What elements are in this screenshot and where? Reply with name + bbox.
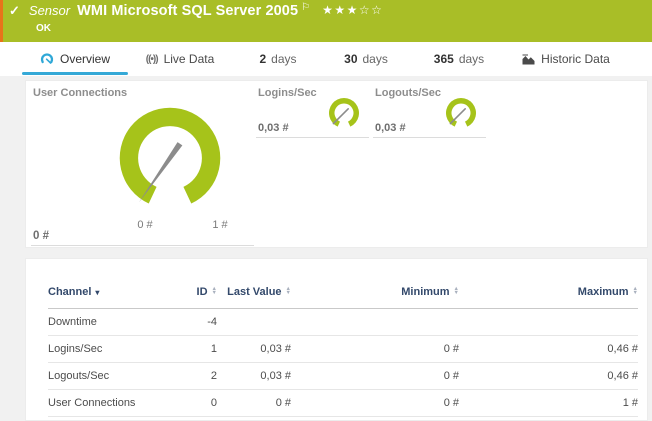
gauges-panel: User Connections 0 # 1 # 0 # Logins/Sec … [25, 80, 648, 248]
column-header-minimum[interactable]: Minimum ▲▼ [291, 259, 459, 309]
tab-number: 2 [259, 52, 266, 66]
tab-number: 30 [344, 52, 357, 66]
user-connections-gauge [112, 100, 228, 216]
cell-id: 2 [153, 363, 217, 390]
column-label: Channel [48, 286, 91, 298]
cell-last-value: 0,03 # [217, 336, 291, 363]
cell-last-value [217, 309, 291, 336]
cell-minimum: 0 # [291, 363, 459, 390]
cell-channel: Logins/Sec [48, 336, 153, 363]
logouts-gauge [443, 96, 479, 132]
cell-channel: Downtime [48, 309, 153, 336]
tab-number: 365 [434, 52, 454, 66]
sort-icon: ▲▼ [212, 287, 217, 295]
history-chart-icon [522, 54, 535, 65]
sort-icon: ▲▼ [286, 287, 291, 295]
tab-label: Overview [60, 52, 110, 66]
tab-unit: days [363, 52, 388, 66]
column-label: Last Value [227, 286, 281, 298]
gauge-icon [40, 52, 54, 66]
cell-last-value: 0,03 # [217, 363, 291, 390]
gauge-value: 0,03 # [258, 122, 289, 134]
cell-minimum: 0 # [291, 336, 459, 363]
cell-maximum: 1 # [459, 390, 638, 417]
channels-table: Channel ▾ ID ▲▼ Last Value ▲▼ Minimum ▲▼ Max… [48, 259, 638, 417]
tab-historic-data[interactable]: Historic Data [514, 42, 618, 76]
column-header-last-value[interactable]: Last Value ▲▼ [217, 259, 291, 309]
table-row-logins[interactable]: Logins/Sec 1 0,03 # 0 # 0,46 # [48, 336, 638, 363]
table-header-row: Channel ▾ ID ▲▼ Last Value ▲▼ Minimum ▲▼ Max… [48, 259, 638, 309]
tab-30-days[interactable]: 30 days [336, 42, 396, 76]
priority-stripe [0, 0, 3, 42]
cell-maximum: 0,46 # [459, 336, 638, 363]
cell-id: -4 [153, 309, 217, 336]
gauge-title: Logins/Sec [258, 87, 317, 99]
priority-stars[interactable]: ★★★☆☆ [322, 3, 383, 17]
active-tab-indicator [22, 72, 128, 75]
cell-minimum: 0 # [291, 390, 459, 417]
column-header-channel[interactable]: Channel ▾ [48, 259, 153, 309]
gauge-block-logins: Logins/Sec 0,03 # [256, 85, 369, 138]
column-label: ID [197, 286, 208, 298]
tab-overview[interactable]: Overview [22, 42, 128, 76]
column-label: Minimum [401, 286, 449, 298]
tab-label: Live Data [164, 52, 215, 66]
cell-channel: User Connections [48, 390, 153, 417]
tab-unit: days [459, 52, 484, 66]
tab-label: Historic Data [541, 52, 610, 66]
gauge-title: Logouts/Sec [375, 87, 441, 99]
channels-panel: Channel ▾ ID ▲▼ Last Value ▲▼ Minimum ▲▼ Max… [25, 258, 648, 421]
status-badge: OK [36, 23, 51, 34]
tab-2-days[interactable]: 2 days [248, 42, 308, 76]
tab-unit: days [271, 52, 296, 66]
gauge-block-user-connections: User Connections 0 # 1 # 0 # [31, 85, 254, 246]
table-row-downtime[interactable]: Downtime -4 [48, 309, 638, 336]
tab-live-data[interactable]: ((•)) Live Data [140, 42, 220, 76]
gauge-value: 0 # [33, 230, 49, 242]
tab-bar: Overview ((•)) Live Data 2 days 30 days … [0, 42, 652, 76]
gauge-scale-max: 1 # [205, 219, 235, 231]
cell-id: 1 [153, 336, 217, 363]
sensor-overview-page: ✓ Sensor WMI Microsoft SQL Server 2005 ⚐… [0, 0, 652, 421]
column-header-id[interactable]: ID ▲▼ [153, 259, 217, 309]
flag-icon: ⚐ [301, 2, 310, 13]
tab-365-days[interactable]: 365 days [426, 42, 492, 76]
gauge-value: 0,03 # [375, 122, 406, 134]
table-row-user-connections[interactable]: User Connections 0 0 # 0 # 1 # [48, 390, 638, 417]
cell-maximum: 0,46 # [459, 363, 638, 390]
cell-maximum [459, 309, 638, 336]
sensor-title: WMI Microsoft SQL Server 2005 [77, 3, 298, 19]
table-row-logouts[interactable]: Logouts/Sec 2 0,03 # 0 # 0,46 # [48, 363, 638, 390]
live-broadcast-icon: ((•)) [146, 54, 158, 65]
gauge-scale-min: 0 # [130, 219, 160, 231]
object-kind-label: Sensor [29, 3, 70, 18]
gauge-block-logouts: Logouts/Sec 0,03 # [373, 85, 486, 138]
column-header-maximum[interactable]: Maximum ▲▼ [459, 259, 638, 309]
sensor-header: ✓ Sensor WMI Microsoft SQL Server 2005 ⚐… [0, 0, 652, 42]
column-label: Maximum [578, 286, 629, 298]
cell-last-value: 0 # [217, 390, 291, 417]
status-check-icon: ✓ [9, 3, 20, 19]
sort-icon: ▲▼ [454, 287, 459, 295]
sort-icon: ▲▼ [633, 287, 638, 295]
cell-minimum [291, 309, 459, 336]
cell-channel: Logouts/Sec [48, 363, 153, 390]
cell-id: 0 [153, 390, 217, 417]
gauge-title: User Connections [33, 87, 127, 99]
sort-desc-icon: ▾ [95, 288, 99, 297]
logins-gauge [326, 96, 362, 132]
